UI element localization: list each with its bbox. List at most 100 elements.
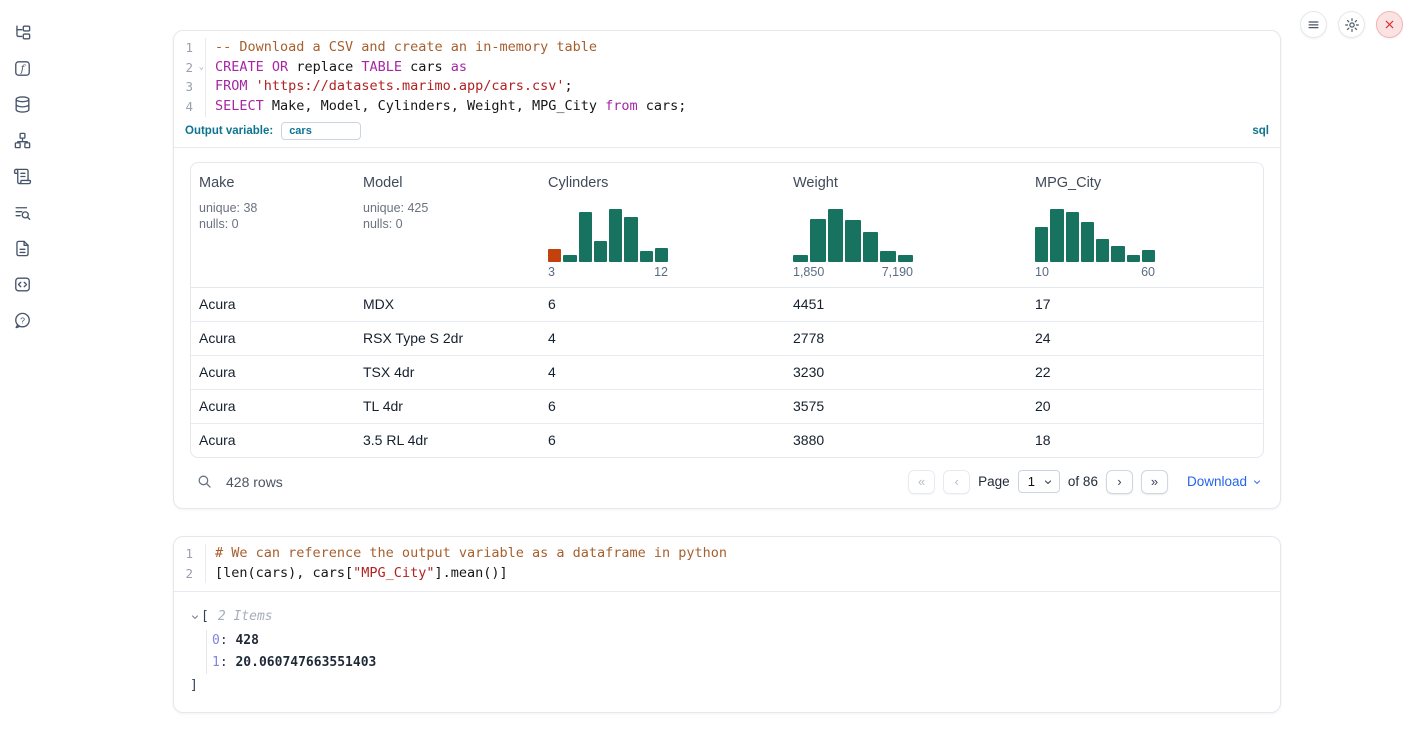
code-line[interactable]: 4SELECT Make, Model, Cylinders, Weight, … xyxy=(174,97,1280,117)
page-label: Page xyxy=(978,474,1010,489)
code-token: 'https://datasets.marimo.app/cars.csv' xyxy=(256,78,565,94)
code-line[interactable]: 1# We can reference the output variable … xyxy=(174,544,1280,564)
code-line[interactable]: 3FROM 'https://datasets.marimo.app/cars.… xyxy=(174,77,1280,97)
graph-icon[interactable] xyxy=(13,131,32,150)
histogram-bar[interactable] xyxy=(880,251,895,262)
histogram-bar[interactable] xyxy=(640,251,653,262)
histogram-max-label: 60 xyxy=(1141,265,1155,279)
histogram-bar[interactable] xyxy=(1050,209,1063,262)
table-row[interactable]: AcuraMDX6445117 xyxy=(191,288,1263,322)
python-editor[interactable]: 1# We can reference the output variable … xyxy=(174,537,1280,592)
scroll-icon[interactable] xyxy=(13,167,32,186)
column-header-mpg_city[interactable]: MPG_City1060 xyxy=(1027,163,1263,287)
histogram-bar[interactable] xyxy=(1127,255,1140,262)
code-line[interactable]: 1-- Download a CSV and create an in-memo… xyxy=(174,38,1280,58)
histogram-bar[interactable] xyxy=(810,219,825,262)
chevron-down-icon xyxy=(1043,477,1053,487)
histogram-bar[interactable] xyxy=(898,255,913,262)
histogram-bar[interactable] xyxy=(845,220,860,262)
output-tree: [ 2 Items 0: 4281: 20.060747663551403 ] xyxy=(190,608,1264,696)
sql-editor[interactable]: 1-- Download a CSV and create an in-memo… xyxy=(174,31,1280,148)
collapse-chevron-icon[interactable] xyxy=(190,612,201,622)
column-header-make[interactable]: Makeunique: 38nulls: 0 xyxy=(191,163,355,287)
table-cell: 4451 xyxy=(785,288,1027,321)
histogram-bar[interactable] xyxy=(863,232,878,262)
code-text: [len(cars), cars["MPG_City"].mean()] xyxy=(206,564,508,584)
first-page-button[interactable]: « xyxy=(908,470,935,494)
line-number: 4 xyxy=(174,97,206,117)
search-list-icon[interactable] xyxy=(13,203,32,222)
table-header: Makeunique: 38nulls: 0Modelunique: 425nu… xyxy=(191,163,1263,288)
histogram-bar[interactable] xyxy=(828,209,843,262)
histogram-bar[interactable] xyxy=(793,255,808,262)
file-tree-icon[interactable] xyxy=(13,23,32,42)
histogram-bar[interactable] xyxy=(1035,227,1048,262)
table-row[interactable]: AcuraRSX Type S 2dr4277824 xyxy=(191,322,1263,356)
histogram-bar[interactable] xyxy=(1111,246,1124,262)
help-icon[interactable]: ? xyxy=(13,311,32,330)
histogram-min-label: 10 xyxy=(1035,265,1049,279)
code-token: SELECT xyxy=(215,98,264,114)
table-row[interactable]: Acura3.5 RL 4dr6388018 xyxy=(191,424,1263,457)
table-row[interactable]: AcuraTSX 4dr4323022 xyxy=(191,356,1263,390)
code-text: SELECT Make, Model, Cylinders, Weight, M… xyxy=(206,97,686,117)
histogram-axis-labels: 10 60 xyxy=(1035,265,1155,279)
page-total: of 86 xyxy=(1068,474,1098,489)
gear-icon xyxy=(1344,17,1360,33)
svg-text:?: ? xyxy=(20,315,25,325)
tree-entry: 0: 428 xyxy=(212,630,1264,652)
code-token: -- Download a CSV and create an in-memor… xyxy=(215,39,597,55)
next-page-button[interactable]: › xyxy=(1106,470,1133,494)
histogram-min-label: 3 xyxy=(548,265,555,279)
download-button[interactable]: Download xyxy=(1187,474,1262,489)
table-cell: 18 xyxy=(1027,424,1263,457)
histogram-bar[interactable] xyxy=(548,249,561,262)
close-button[interactable] xyxy=(1376,11,1403,38)
table-row[interactable]: AcuraTL 4dr6357520 xyxy=(191,390,1263,424)
column-stats: unique: 38nulls: 0 xyxy=(199,200,347,233)
histogram-bar[interactable] xyxy=(609,209,622,262)
histogram-bar[interactable] xyxy=(624,217,637,262)
histogram-bar[interactable] xyxy=(1066,212,1079,262)
histogram-bar[interactable] xyxy=(1081,222,1094,262)
settings-button[interactable] xyxy=(1338,11,1365,38)
fold-chevron-icon[interactable]: ⌄ xyxy=(199,58,204,78)
page-select[interactable]: 1 xyxy=(1018,470,1060,493)
histogram-bars xyxy=(548,209,668,262)
table-cell: TL 4dr xyxy=(355,390,540,423)
histogram-bar[interactable] xyxy=(563,255,576,262)
prev-page-button[interactable]: ‹ xyxy=(943,470,970,494)
pagination: « ‹ Page 1 of 86 › » Download xyxy=(908,470,1262,494)
histogram-bar[interactable] xyxy=(1096,239,1109,262)
table-cell: 2778 xyxy=(785,322,1027,355)
histogram-bar[interactable] xyxy=(655,248,668,262)
table-cell: TSX 4dr xyxy=(355,356,540,389)
sql-code-lines: 1-- Download a CSV and create an in-memo… xyxy=(174,38,1280,117)
column-header-weight[interactable]: Weight1,8507,190 xyxy=(785,163,1027,287)
column-header-model[interactable]: Modelunique: 425nulls: 0 xyxy=(355,163,540,287)
document-icon[interactable] xyxy=(13,239,32,258)
output-variable-input[interactable] xyxy=(281,122,361,140)
hamburger-icon xyxy=(1306,17,1321,32)
tree-entry-colon: : xyxy=(220,633,236,648)
code-token: [len(cars), cars[ xyxy=(215,565,353,581)
search-icon[interactable] xyxy=(196,473,213,490)
last-page-button[interactable]: » xyxy=(1141,470,1168,494)
code-text: -- Download a CSV and create an in-memor… xyxy=(206,38,597,58)
line-number: 2 xyxy=(174,564,206,584)
histogram-bar[interactable] xyxy=(579,212,592,262)
code-line[interactable]: 2⌄CREATE OR replace TABLE cars as xyxy=(174,58,1280,78)
column-stats: unique: 425nulls: 0 xyxy=(363,200,532,233)
table-cell: 3.5 RL 4dr xyxy=(355,424,540,457)
database-icon[interactable] xyxy=(13,95,32,114)
code-icon[interactable] xyxy=(13,275,32,294)
column-header-cylinders[interactable]: Cylinders312 xyxy=(540,163,785,287)
code-text: # We can reference the output variable a… xyxy=(206,544,727,564)
menu-button[interactable] xyxy=(1300,11,1327,38)
code-line[interactable]: 2[len(cars), cars["MPG_City"].mean()] xyxy=(174,564,1280,584)
column-stat: unique: 38 xyxy=(199,200,347,217)
histogram-bar[interactable] xyxy=(594,241,607,262)
histogram-bars xyxy=(1035,209,1155,262)
histogram-bar[interactable] xyxy=(1142,250,1155,262)
function-icon[interactable]: f xyxy=(13,59,32,78)
